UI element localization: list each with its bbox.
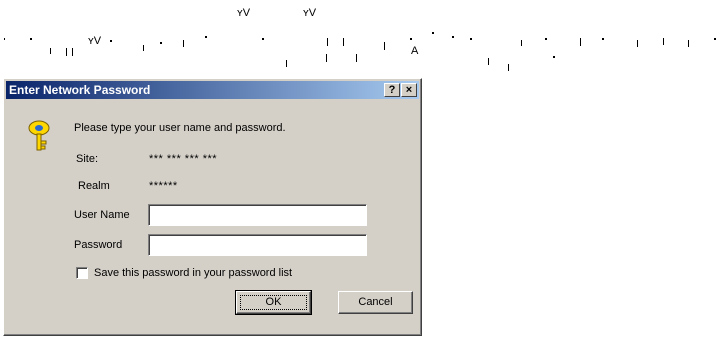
background-fragments: ʏV ʏV ʏV A — [0, 0, 722, 75]
network-password-dialog: Enter Network Password ? × Please type y… — [3, 78, 422, 336]
tick-mark — [356, 54, 357, 62]
tick-mark — [326, 54, 327, 62]
key-icon — [26, 119, 52, 153]
prompt-text: Please type your user name and password. — [74, 122, 286, 134]
glyph-fragment: A — [411, 45, 419, 57]
save-password-label[interactable]: Save this password in your password list — [94, 267, 292, 279]
site-value: *** *** *** *** — [149, 153, 218, 165]
dot-mark — [432, 32, 434, 34]
site-label: Site: — [76, 153, 99, 165]
password-label: Password — [74, 239, 123, 251]
tick-mark — [384, 42, 385, 50]
cancel-button-label: Cancel — [358, 296, 393, 308]
tick-mark — [50, 48, 51, 54]
ok-button[interactable]: OK — [235, 290, 312, 315]
cancel-button[interactable]: Cancel — [338, 291, 413, 314]
tick-mark — [72, 48, 73, 56]
tick-mark — [637, 40, 638, 47]
tick-mark — [343, 38, 344, 46]
dialog-title-bar[interactable]: Enter Network Password ? × — [6, 81, 419, 99]
dot-mark — [545, 38, 547, 40]
tick-mark — [66, 48, 67, 56]
dot-mark — [714, 38, 716, 40]
dot-mark — [410, 38, 412, 40]
dot-mark — [160, 42, 162, 44]
tick-mark — [143, 45, 144, 51]
tick-mark — [508, 64, 509, 71]
dot-mark — [205, 36, 207, 38]
user-name-input[interactable] — [148, 204, 367, 226]
user-name-label: User Name — [74, 209, 130, 221]
dot-mark — [452, 36, 454, 38]
dot-mark — [30, 38, 32, 40]
tick-mark — [488, 58, 489, 65]
glyph-fragment: ʏV — [88, 35, 102, 47]
glyph-fragment: ʏV — [237, 7, 251, 19]
password-input[interactable] — [148, 234, 367, 256]
tick-mark — [663, 38, 664, 45]
dot-mark — [553, 56, 555, 58]
glyph-fragment: ʏV — [303, 7, 317, 19]
tick-mark — [183, 40, 184, 47]
help-button[interactable]: ? — [384, 83, 400, 97]
tick-mark — [4, 38, 5, 40]
tick-mark — [521, 40, 522, 46]
dot-mark — [110, 40, 112, 42]
dot-mark — [602, 38, 604, 40]
tick-mark — [688, 40, 689, 47]
dot-mark — [262, 38, 264, 40]
dot-mark — [470, 38, 472, 40]
focus-ring — [240, 295, 307, 310]
tick-mark — [580, 38, 581, 46]
dialog-title: Enter Network Password — [9, 83, 151, 97]
realm-value: ****** — [149, 180, 178, 192]
save-password-checkbox[interactable] — [76, 267, 88, 279]
tick-mark — [286, 60, 287, 67]
close-button[interactable]: × — [401, 83, 417, 97]
tick-mark — [327, 38, 328, 46]
realm-label: Realm — [78, 180, 110, 192]
